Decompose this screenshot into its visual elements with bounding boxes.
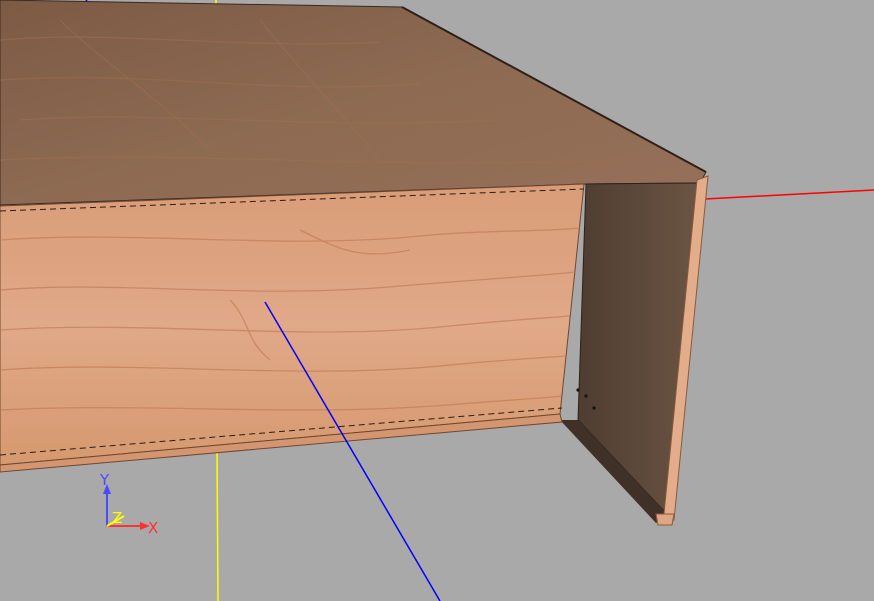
cabinet-top-panel[interactable] [0,0,707,206]
screw-hole [592,406,596,410]
axis-gizmo: Y X Z [99,471,158,537]
y-axis-line-bottom [216,447,219,601]
scene-canvas[interactable]: Y X Z [0,0,874,601]
gizmo-z-label: Z [112,509,122,527]
x-axis-line [704,189,874,200]
cabinet-bottom-edge [655,513,675,526]
gizmo-y-label: Y [99,471,110,489]
gizmo-x-label: X [148,519,158,537]
screw-hole [576,388,580,392]
screw-hole [584,394,588,398]
3d-viewport[interactable]: Y X Z [0,0,874,601]
